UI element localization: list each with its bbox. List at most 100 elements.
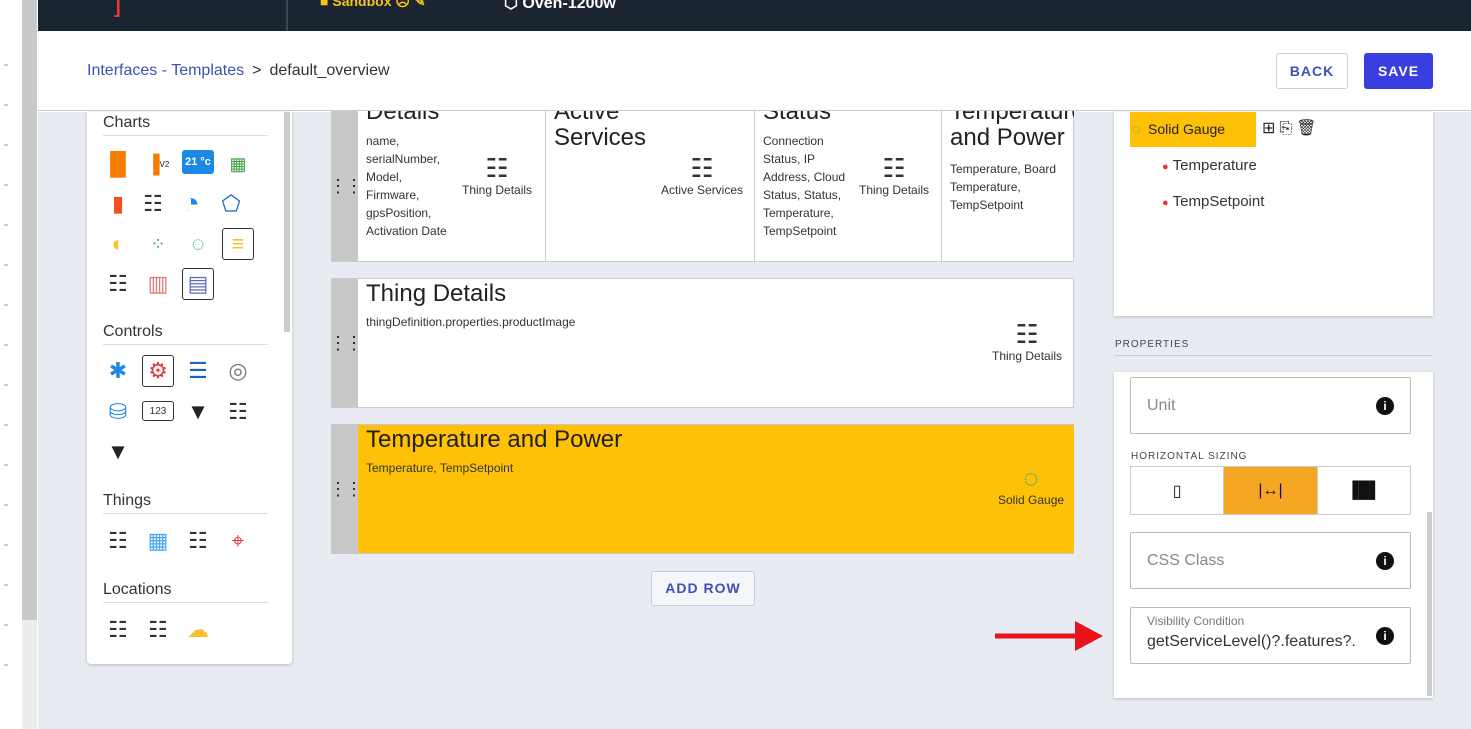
solid-gauge-icon: ◌ [1132, 121, 1141, 137]
breadcrumb-parent-link[interactable]: Interfaces - Templates [87, 62, 244, 79]
widget-thing-details[interactable]: ☷ Thing Details [462, 153, 532, 197]
multi-chart-icon[interactable]: ▥ [142, 268, 174, 300]
pie-chart-icon[interactable]: ◔ [175, 187, 207, 220]
layout-cell[interactable]: Status Connection Status, IP Address, Cl… [755, 111, 942, 261]
cell-properties: Connection Status, IP Address, Cloud Sta… [763, 134, 846, 238]
location-details-icon[interactable]: ☷ [102, 614, 134, 646]
counter-icon[interactable]: 123 [142, 401, 174, 421]
save-button[interactable]: SAVE [1364, 53, 1433, 89]
layout-cell[interactable]: Details name, serialNumber, Model, Firmw… [358, 111, 546, 261]
delete-icon[interactable]: 🗑 [1296, 120, 1320, 137]
timeline-icon[interactable]: ▤ [182, 268, 214, 300]
properties-panel: Unit i HORIZONTAL SIZING ▯ |↔| ▐█▌ CSS C… [1114, 372, 1433, 698]
cell-title: Temperature and Power [366, 426, 623, 453]
selected-widget-label: Solid Gauge [1148, 121, 1226, 137]
widget-label: Solid Gauge [998, 493, 1065, 507]
gauge-icon[interactable]: ◐ [102, 228, 134, 260]
properties-scrollbar[interactable] [1427, 512, 1432, 696]
list-chart-icon[interactable]: ☷ [102, 268, 134, 300]
heatmap-icon[interactable]: ▦ [222, 148, 254, 180]
sliders-icon[interactable]: ☰ [182, 355, 214, 387]
settings-control-icon[interactable]: ⚙ [142, 355, 174, 387]
filter-icon[interactable]: ▼ [182, 396, 214, 428]
alarm-list-icon[interactable]: ☷ [137, 188, 169, 220]
widget-active-services[interactable]: ☷ Active Services [661, 153, 743, 197]
back-button[interactable]: BACK [1276, 53, 1348, 89]
battery-icon[interactable]: ▮ [102, 188, 134, 220]
filter-thing-icon[interactable]: ▼ [102, 436, 134, 468]
css-class-placeholder: CSS Class [1147, 552, 1225, 569]
layout-row[interactable]: ⋮⋮ Thing Details thingDefinition.propert… [329, 278, 1074, 408]
chevron-right-icon: > [252, 62, 262, 79]
layout-cell[interactable]: Active Services ☷ Active Services [546, 111, 755, 261]
bar-chart-v2-icon[interactable]: ▐ V2 [142, 148, 174, 180]
layout-cell[interactable]: Thing Details thingDefinition.properties… [358, 279, 1074, 407]
css-class-field[interactable]: CSS Class i [1130, 532, 1411, 589]
unit-field[interactable]: Unit i [1130, 377, 1411, 434]
sandbox-indicator[interactable]: ■ Sandbox ☹ ✎ [320, 0, 426, 10]
radar-chart-icon[interactable]: ⬠ [215, 188, 247, 220]
palette-section-controls: Controls [103, 323, 163, 340]
scrollbar-thumb[interactable] [22, 0, 37, 620]
thing-list-icon[interactable]: ☷ [182, 525, 214, 557]
cell-title: Active Services [554, 111, 647, 151]
layout-cell[interactable]: Temperature and Power Temperature, Board… [942, 111, 1074, 261]
layout-cell[interactable]: Temperature and Power Temperature, TempS… [358, 425, 1074, 553]
map-pin-icon[interactable]: ⌖ [222, 525, 254, 557]
widget-thing-details[interactable]: ☷ Thing Details [992, 319, 1062, 363]
edit-icon[interactable]: ✎ [414, 0, 426, 9]
cell-properties: Temperature, TempSetpoint [366, 461, 514, 475]
add-row-button[interactable]: ADD ROW [651, 571, 755, 606]
thing-details-icon[interactable]: ☷ [102, 525, 134, 557]
layout-row[interactable]: ⋮⋮ Details name, serialNumber, Model, Fi… [329, 110, 1074, 262]
visibility-condition-label: Visibility Condition [1147, 614, 1245, 628]
topbar-divider [286, 0, 288, 31]
sizing-full-option[interactable]: ▐█▌ [1318, 467, 1410, 514]
bar-chart-icon[interactable]: ▐▌ [102, 148, 134, 180]
drag-handle-icon[interactable]: ⋮⋮ [329, 111, 363, 261]
sizing-fit-option[interactable]: |↔| [1224, 467, 1318, 514]
layout-row-selected[interactable]: ⋮⋮ Temperature and Power Temperature, Te… [329, 424, 1074, 554]
add-icon[interactable]: ⊞ [1262, 120, 1279, 137]
tree-selected-widget[interactable]: ◌ Solid Gauge [1130, 112, 1256, 147]
info-icon[interactable]: i [1376, 627, 1394, 645]
widget-thing-details[interactable]: ☷ Thing Details [859, 153, 929, 197]
breadcrumb-current: default_overview [269, 62, 390, 79]
thing-details-icon: ☷ [1015, 319, 1039, 349]
palette-scrollbar[interactable] [284, 112, 290, 332]
solid-gauge-icon[interactable]: ◌ [182, 228, 214, 260]
sizing-compact-option[interactable]: ▯ [1131, 467, 1225, 514]
divider [103, 344, 268, 345]
status-icon[interactable]: ☹ [395, 0, 410, 9]
location-list-icon[interactable]: ☷ [142, 614, 174, 646]
visibility-condition-value[interactable]: getServiceLevel()?.features?. [1147, 633, 1377, 651]
tree-item[interactable]: ● Temperature [1162, 157, 1257, 174]
palette-section-things: Things [103, 492, 152, 509]
divider [103, 513, 268, 514]
tree-item[interactable]: ● TempSetpoint [1162, 193, 1264, 210]
drag-handle-icon[interactable]: ⋮⋮ [329, 279, 363, 407]
widget-solid-gauge[interactable]: ◌ Solid Gauge [998, 463, 1064, 507]
thing-details-icon: ☷ [882, 153, 906, 183]
scatter-chart-icon[interactable]: ⁘ [142, 228, 174, 260]
database-sync-icon[interactable]: ⛁ [102, 396, 134, 428]
knob-icon[interactable]: ◎ [222, 355, 254, 387]
thing-grid-icon[interactable]: ▦ [142, 525, 174, 557]
cell-properties: thingDefinition.properties.productImage [366, 315, 576, 329]
user-list-icon[interactable]: ☷ [222, 396, 254, 428]
weather-icon[interactable]: ☁ [182, 614, 214, 646]
drag-handle-icon[interactable]: ⋮⋮ [329, 425, 363, 553]
info-icon[interactable]: i [1376, 397, 1394, 415]
unit-placeholder: Unit [1147, 397, 1176, 414]
copy-icon[interactable]: ⎘ [1279, 120, 1296, 137]
cell-properties: name, serialNumber, Model, Firmware, gps… [366, 134, 447, 238]
bluetooth-control-icon[interactable]: ✱ [102, 355, 134, 387]
cell-title: Status [763, 111, 832, 125]
cell-title: Temperature and Power [950, 111, 1074, 151]
value-display-icon[interactable]: 21 °c [182, 150, 214, 174]
visibility-condition-field[interactable]: Visibility Condition getServiceLevel()?.… [1130, 607, 1411, 664]
info-icon[interactable]: i [1376, 552, 1394, 570]
table-icon[interactable]: ≡ [222, 228, 254, 260]
device-selector[interactable]: ⬡ Oven-1200w [504, 0, 616, 13]
left-strip [0, 0, 22, 729]
